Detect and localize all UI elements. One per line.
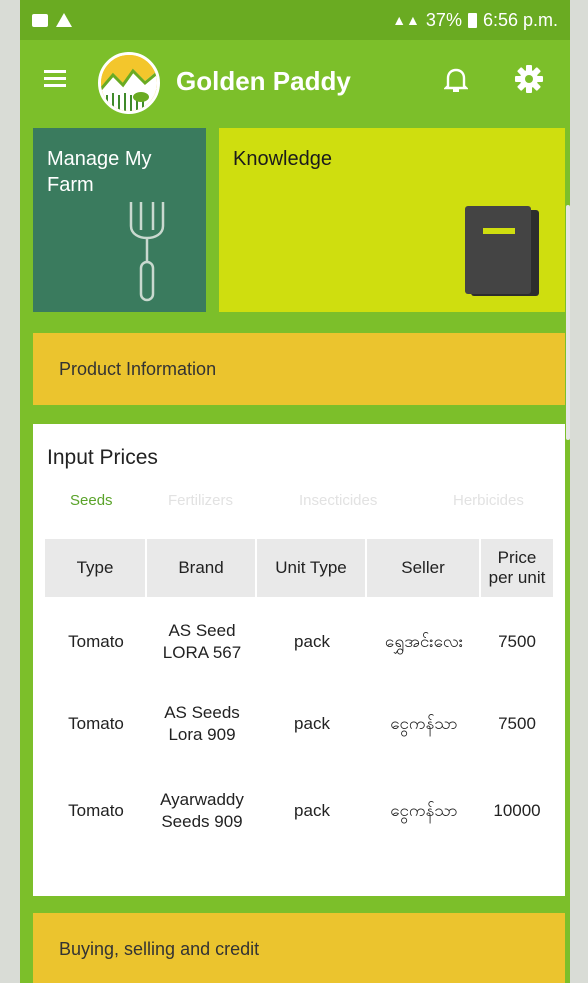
table-header-row: Type Brand Unit Type Seller Price per un… (45, 539, 553, 597)
book-icon (465, 206, 539, 296)
table-row[interactable]: Tomato Ayarwaddy Seeds 909 pack ငွေကန်သာ… (45, 761, 553, 861)
app-screen: ▲▲ 37% 6:56 p.m. Golden Paddy Manage My … (20, 0, 570, 983)
app-bar: Golden Paddy (20, 40, 570, 122)
column-header: Brand (147, 539, 257, 597)
battery-percent: 37% (425, 9, 462, 30)
cell-unit: pack (294, 714, 330, 733)
scrollbar[interactable] (566, 205, 570, 440)
table-row[interactable]: Tomato AS Seed LORA 567 pack ရွှေအင်းလေး… (45, 597, 553, 687)
tab-fertilizers[interactable]: Fertilizers (168, 492, 233, 509)
battery-icon (467, 12, 477, 28)
cell-unit: pack (294, 801, 330, 820)
cell-unit: pack (294, 632, 330, 651)
tab-insecticides[interactable]: Insecticides (299, 492, 377, 509)
gear-icon[interactable] (514, 64, 544, 94)
column-header: Price per unit (481, 539, 553, 597)
manage-farm-tile[interactable]: Manage My Farm (33, 128, 206, 312)
buying-selling-credit-card[interactable]: Buying, selling and credit (33, 913, 565, 983)
tab-seeds[interactable]: Seeds (70, 492, 113, 509)
clock: 6:56 p.m. (482, 9, 558, 30)
prices-table: Type Brand Unit Type Seller Price per un… (45, 539, 553, 861)
cell-seller: ရွှေအင်းလေး (384, 632, 464, 651)
cell-price: 10000 (493, 801, 541, 820)
buying-selling-credit-label: Buying, selling and credit (59, 938, 260, 959)
cell-seller: ငွေကန်သာ (390, 801, 458, 820)
menu-icon[interactable] (44, 70, 66, 88)
cell-brand: AS Seeds Lora 909 (164, 703, 240, 744)
cell-price: 7500 (498, 632, 536, 651)
product-information-label: Product Information (59, 358, 217, 379)
cell-seller: ငွေကန်သာ (390, 714, 458, 733)
bell-icon[interactable] (443, 66, 469, 94)
product-information-card[interactable]: Product Information (33, 333, 565, 405)
logo-icon (98, 52, 160, 114)
column-header: Unit Type (257, 539, 367, 597)
cell-price: 7500 (498, 714, 536, 733)
rake-icon (129, 202, 165, 302)
knowledge-tile[interactable]: Knowledge (219, 128, 565, 312)
column-header: Seller (367, 539, 481, 597)
knowledge-label: Knowledge (233, 148, 332, 170)
column-header: Type (45, 539, 147, 597)
table-row[interactable]: Tomato AS Seeds Lora 909 pack ငွေကန်သာ 7… (45, 687, 553, 761)
signal-icon: ▲▲ (392, 12, 420, 28)
cell-type: Tomato (68, 801, 124, 820)
status-bar: ▲▲ 37% 6:56 p.m. (20, 0, 570, 40)
app-title: Golden Paddy (176, 66, 351, 96)
tab-herbicides[interactable]: Herbicides (453, 492, 524, 509)
cell-type: Tomato (68, 714, 124, 733)
input-prices-card: Input Prices Seeds Fertilizers Insectici… (33, 424, 565, 896)
manage-farm-label: Manage My Farm (47, 148, 152, 196)
price-tabs: Seeds Fertilizers Insecticides Herbicide… (33, 492, 565, 522)
cell-brand: Ayarwaddy Seeds 909 (160, 790, 244, 831)
warning-icon (56, 13, 72, 27)
cell-type: Tomato (68, 632, 124, 651)
notification-icon (32, 13, 48, 27)
cell-brand: AS Seed LORA 567 (162, 621, 242, 662)
input-prices-title: Input Prices (47, 446, 158, 469)
